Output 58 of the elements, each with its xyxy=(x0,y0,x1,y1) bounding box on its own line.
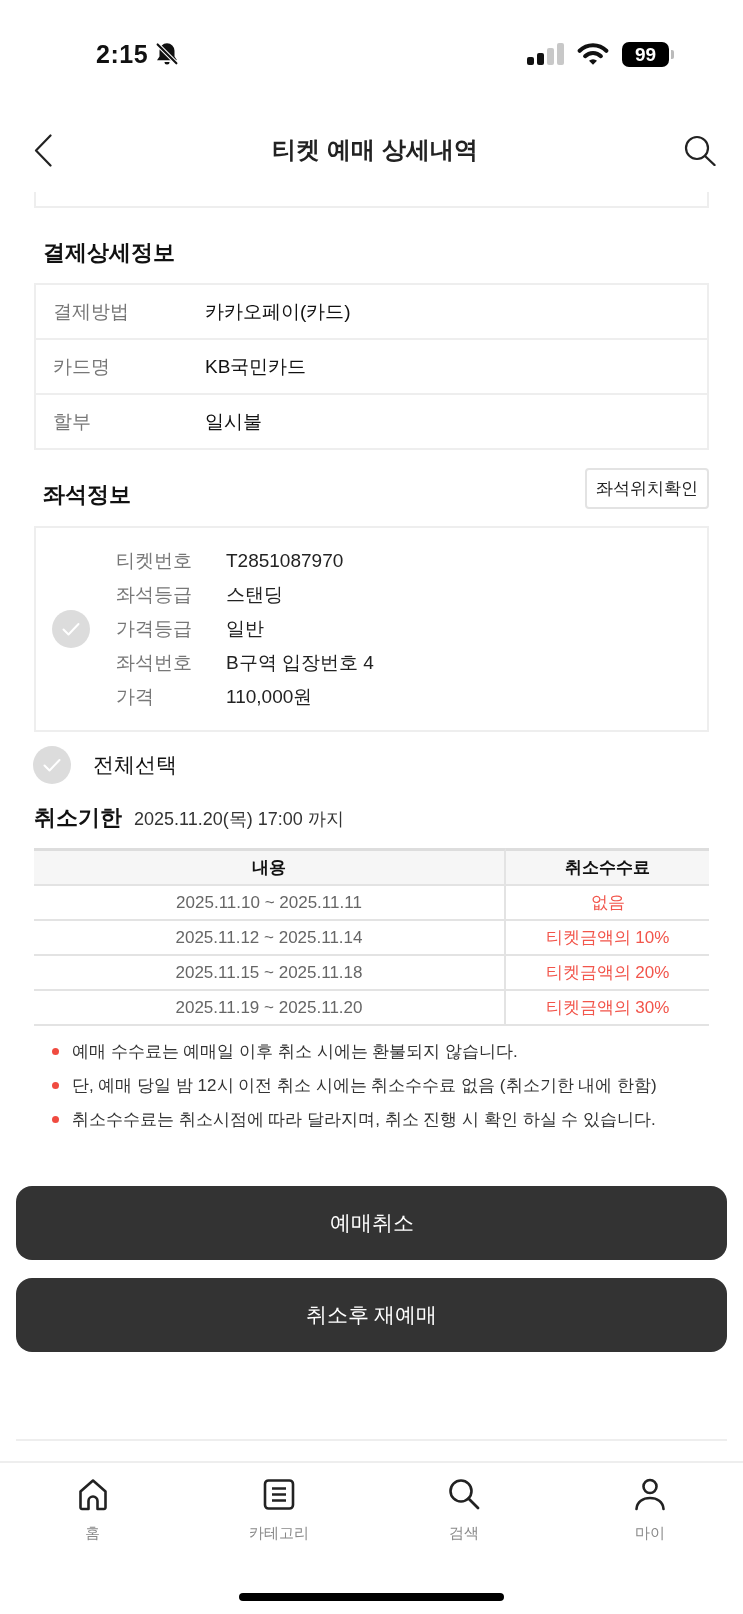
deadline-value: 2025.11.20(목) 17:00 까지 xyxy=(134,808,344,831)
nav-tab[interactable]: 마이 xyxy=(634,1478,667,1543)
bullet-icon xyxy=(52,1115,59,1123)
nav-tab[interactable]: 홈 xyxy=(76,1478,109,1543)
ticket-checkbox[interactable] xyxy=(52,610,90,648)
note-text: 취소수수료는 취소시점에 따라 달라지며, 취소 진행 시 확인 하실 수 있습니다. xyxy=(72,1108,656,1131)
select-all-label[interactable]: 전체선택 xyxy=(93,751,177,779)
info-value: 카카오페이(카드) xyxy=(205,299,351,324)
person-icon xyxy=(634,1478,667,1511)
table-cell: 티켓금액의 30% xyxy=(506,991,709,1026)
info-label: 할부 xyxy=(53,409,92,434)
deadline-label: 취소기한 xyxy=(34,804,122,832)
info-value: 일시불 xyxy=(205,409,262,434)
field-label: 좌석등급 xyxy=(116,583,193,607)
table-cell: 2025.11.19 ~ 2025.11.20 xyxy=(34,991,506,1026)
field-label: 가격 xyxy=(116,685,155,709)
field-value: 일반 xyxy=(226,617,265,641)
seat-map-button[interactable]: 좌석위치확인 xyxy=(585,468,709,509)
table-cell: 티켓금액의 20% xyxy=(506,956,709,991)
bullet-icon xyxy=(52,1047,59,1055)
field-label: 티켓번호 xyxy=(116,549,193,573)
battery-indicator: 99 xyxy=(622,41,674,67)
field-label: 가격등급 xyxy=(116,617,193,641)
note-text: 단, 예매 당일 밤 12시 이전 취소 시에는 취소수수료 없음 (취소기한 내에 한함) xyxy=(72,1074,657,1097)
field-value: 스탠딩 xyxy=(226,583,284,607)
info-label: 카드명 xyxy=(53,354,111,379)
signal-icon xyxy=(527,43,564,65)
note-text: 예매 수수료는 예매일 이후 취소 시에는 환불되지 않습니다. xyxy=(72,1040,518,1063)
table-cell: 티켓금액의 10% xyxy=(506,921,709,956)
field-value: 110,000원 xyxy=(226,685,314,709)
select-all-checkbox[interactable] xyxy=(33,746,71,784)
page-title: 티켓 예매 상세내역 xyxy=(272,135,478,165)
cancel-booking-button[interactable]: 예매취소 xyxy=(16,1186,727,1260)
column-header: 취소수수료 xyxy=(506,848,709,886)
nav-tab[interactable]: 카테고리 xyxy=(248,1478,309,1543)
list-icon xyxy=(262,1478,295,1511)
field-value: T2851087970 xyxy=(226,550,345,572)
section-title: 좌석정보 xyxy=(43,481,131,509)
table-cell: 2025.11.12 ~ 2025.11.14 xyxy=(34,921,506,956)
wifi-icon xyxy=(577,42,609,66)
column-header: 내용 xyxy=(34,848,506,886)
info-label: 결제방법 xyxy=(53,299,130,324)
bell-slash-icon xyxy=(155,41,180,67)
rebook-button[interactable]: 취소후 재예매 xyxy=(16,1278,727,1352)
nav-tab[interactable]: 검색 xyxy=(448,1478,481,1543)
field-value: B구역 입장번호 4 xyxy=(226,651,374,675)
table-cell: 2025.11.15 ~ 2025.11.18 xyxy=(34,956,506,991)
search-icon[interactable] xyxy=(684,134,716,166)
home-icon xyxy=(76,1478,109,1511)
info-value: KB국민카드 xyxy=(205,354,307,379)
field-label: 좌석번호 xyxy=(116,651,193,675)
table-cell: 2025.11.10 ~ 2025.11.11 xyxy=(34,886,506,921)
section-title: 결제상세정보 xyxy=(43,239,176,267)
back-icon[interactable] xyxy=(34,133,52,167)
table-cell: 없음 xyxy=(506,886,709,921)
search-icon xyxy=(448,1478,481,1511)
bullet-icon xyxy=(52,1081,59,1089)
status-time: 2:15 xyxy=(96,40,149,68)
